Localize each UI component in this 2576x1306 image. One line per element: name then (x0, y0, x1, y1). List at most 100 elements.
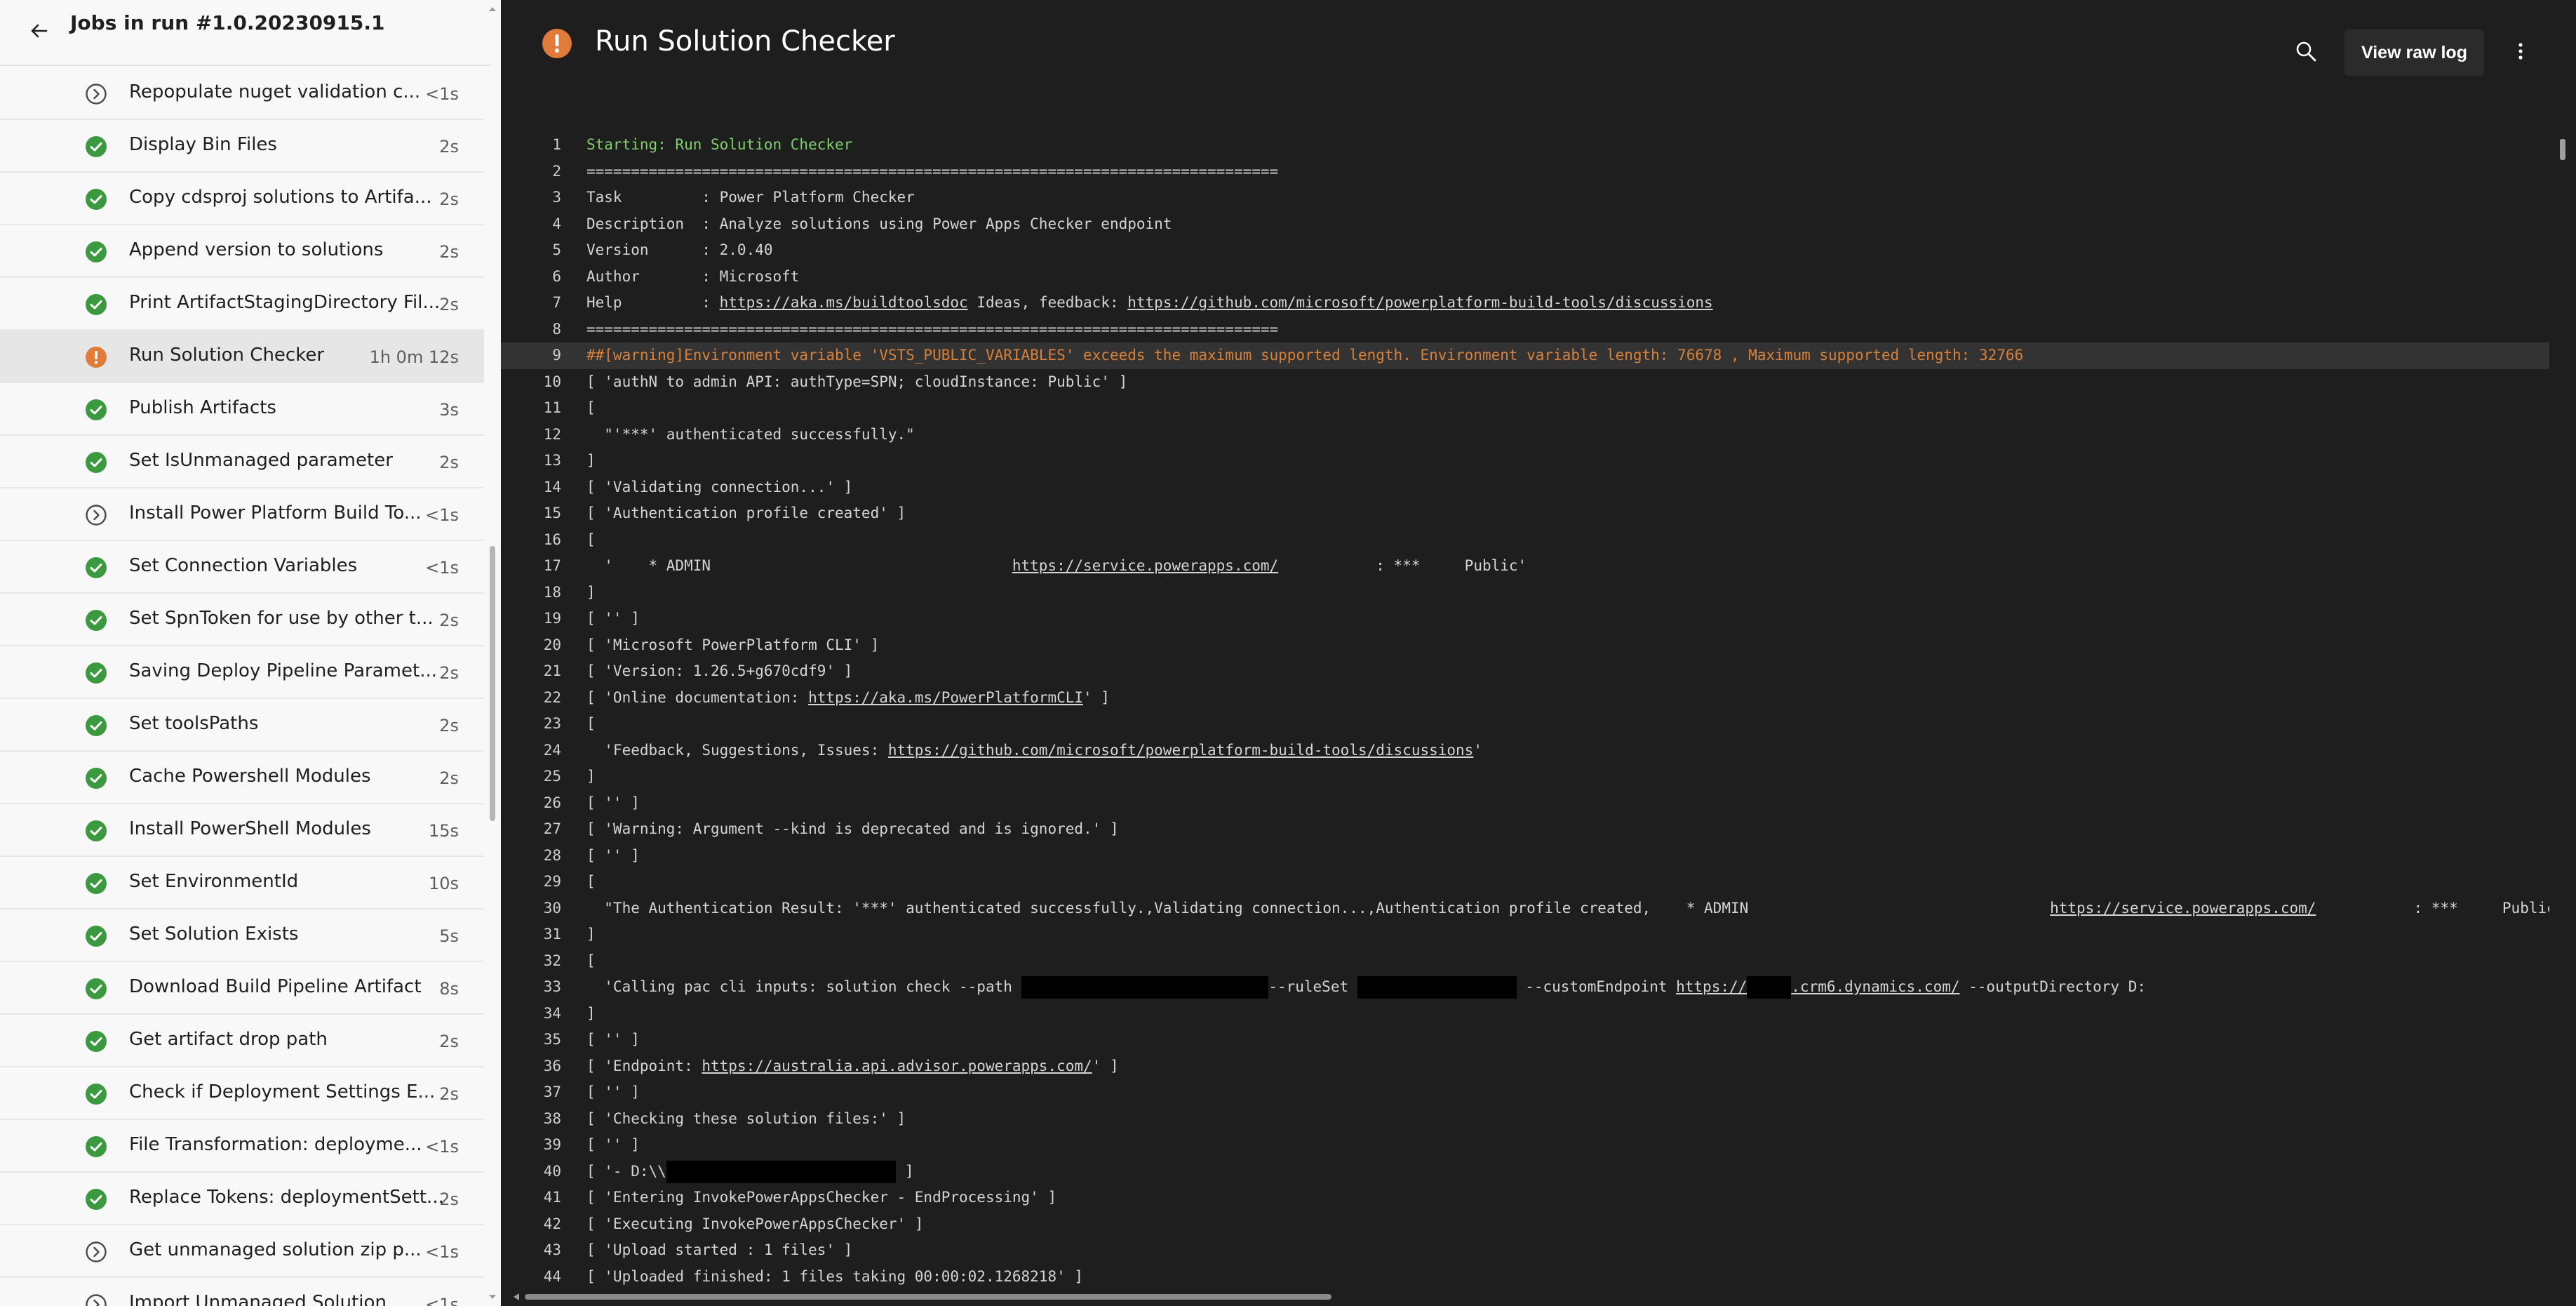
line-number[interactable]: 36 (501, 1053, 561, 1080)
line-number[interactable]: 43 (501, 1237, 561, 1264)
line-number[interactable]: 7 (501, 290, 561, 316)
line-number[interactable]: 6 (501, 264, 561, 291)
job-name: Replace Tokens: deploymentSett... (129, 1187, 444, 1208)
log-link[interactable]: https://aka.ms/PowerPlatformCLI (808, 689, 1083, 706)
log-text: [ '' ] (586, 610, 640, 627)
line-number[interactable]: 41 (501, 1185, 561, 1211)
job-item[interactable]: Set IsUnmanaged parameter 2s (0, 436, 484, 488)
line-number[interactable]: 24 (501, 738, 561, 764)
line-number[interactable]: 25 (501, 764, 561, 790)
line-number[interactable]: 20 (501, 632, 561, 659)
log-link[interactable]: https://australia.api.advisor.powerapps.… (702, 1058, 1092, 1074)
line-number[interactable]: 38 (501, 1106, 561, 1133)
log-link[interactable]: https://service.powerapps.com/ (1012, 557, 1278, 574)
log-link[interactable]: https:// (1676, 978, 1747, 995)
line-number[interactable]: 22 (501, 685, 561, 712)
job-item[interactable]: Repopulate nuget validation c... <1s (0, 67, 484, 120)
search-icon[interactable] (2294, 39, 2318, 63)
job-item[interactable]: Copy cdsproj solutions to Artifa... 2s (0, 173, 484, 225)
log-text: [ 'Authentication profile created' ] (586, 505, 906, 521)
job-item[interactable]: Check if Deployment Settings E... 2s (0, 1067, 484, 1120)
log-text: --outputDirectory D: (1959, 978, 2147, 995)
line-number[interactable]: 21 (501, 658, 561, 685)
log-vertical-scrollbar[interactable] (2555, 133, 2570, 1284)
line-number[interactable]: 17 (501, 553, 561, 580)
line-number[interactable]: 39 (501, 1132, 561, 1159)
line-number[interactable]: 12 (501, 422, 561, 448)
line-number[interactable]: 29 (501, 869, 561, 895)
job-item[interactable]: Replace Tokens: deploymentSett... 2s (0, 1173, 484, 1225)
line-number[interactable]: 5 (501, 237, 561, 264)
log-line-text: [ '' ] (586, 843, 640, 869)
job-item[interactable]: Publish Artifacts 3s (0, 383, 484, 436)
line-number[interactable]: 8 (501, 316, 561, 343)
line-number[interactable]: 23 (501, 711, 561, 738)
line-number[interactable]: 35 (501, 1027, 561, 1053)
line-number[interactable]: 28 (501, 843, 561, 869)
job-item[interactable]: Saving Deploy Pipeline Paramet... 2s (0, 646, 484, 699)
job-item[interactable]: Set toolsPaths 2s (0, 699, 484, 752)
log-horizontal-scrollbar[interactable] (511, 1291, 2559, 1302)
log-link[interactable]: https://github.com/microsoft/powerplatfo… (1127, 294, 1712, 311)
sidebar-scrollbar[interactable] (485, 0, 499, 1306)
job-item[interactable]: Import Unmanaged Solution <1s (0, 1278, 484, 1306)
log-line: 28 [ '' ] (501, 843, 2549, 869)
job-item[interactable]: Display Bin Files 2s (0, 120, 484, 173)
log-link[interactable]: https://aka.ms/buildtoolsdoc (720, 294, 968, 311)
line-number[interactable]: 27 (501, 816, 561, 843)
line-number[interactable]: 15 (501, 500, 561, 527)
line-number[interactable]: 13 (501, 448, 561, 474)
line-number[interactable]: 11 (501, 395, 561, 422)
line-number[interactable]: 4 (501, 211, 561, 238)
job-item[interactable]: Cache Powershell Modules 2s (0, 752, 484, 804)
line-number[interactable]: 2 (501, 159, 561, 185)
sidebar-header: Jobs in run #1.0.20230915.1 (0, 0, 491, 66)
line-number[interactable]: 34 (501, 1001, 561, 1027)
line-number[interactable]: 32 (501, 948, 561, 975)
job-item[interactable]: Set Solution Exists 5s (0, 909, 484, 962)
log-line: 42 [ 'Executing InvokePowerAppsChecker' ] (501, 1211, 2549, 1238)
line-number[interactable]: 9 (501, 342, 561, 369)
log-text: [ '' ] (586, 1136, 640, 1153)
chevron-right-circle-icon (86, 1294, 107, 1306)
check-circle-icon (86, 715, 107, 736)
job-item[interactable]: Run Solution Checker 1h 0m 12s (0, 331, 484, 383)
line-number[interactable]: 37 (501, 1079, 561, 1106)
line-number[interactable]: 30 (501, 895, 561, 922)
job-item[interactable]: Get unmanaged solution zip p... <1s (0, 1225, 484, 1278)
log-link[interactable]: .crm6.dynamics.com/ (1791, 978, 1959, 995)
line-number[interactable]: 1 (501, 132, 561, 159)
log-line-text: ] (586, 921, 596, 948)
line-number[interactable]: 19 (501, 606, 561, 632)
job-item[interactable]: Install PowerShell Modules 15s (0, 804, 484, 857)
line-number[interactable]: 10 (501, 369, 561, 396)
line-number[interactable]: 33 (501, 974, 561, 1001)
line-number[interactable]: 42 (501, 1211, 561, 1238)
line-number[interactable]: 3 (501, 185, 561, 211)
chevron-right-circle-icon (86, 1241, 107, 1262)
job-item[interactable]: Download Build Pipeline Artifact 8s (0, 962, 484, 1015)
line-number[interactable]: 26 (501, 790, 561, 817)
arrow-left-icon[interactable] (25, 17, 53, 45)
job-item[interactable]: Set Connection Variables <1s (0, 541, 484, 594)
log-line: 2 =======================================… (501, 159, 2549, 185)
job-item[interactable]: Set EnvironmentId 10s (0, 857, 484, 909)
job-item[interactable]: Set SpnToken for use by other t... 2s (0, 594, 484, 646)
job-item[interactable]: Install Power Platform Build To... <1s (0, 488, 484, 541)
line-number[interactable]: 18 (501, 580, 561, 606)
line-number[interactable]: 31 (501, 921, 561, 948)
line-number[interactable]: 40 (501, 1159, 561, 1185)
log-link[interactable]: https://github.com/microsoft/powerplatfo… (888, 742, 1473, 759)
log-link[interactable]: https://service.powerapps.com/ (2050, 900, 2316, 917)
line-number[interactable]: 44 (501, 1264, 561, 1287)
view-raw-log-button[interactable]: View raw log (2344, 29, 2484, 76)
job-item[interactable]: Append version to solutions 2s (0, 225, 484, 278)
job-item[interactable]: Get artifact drop path 2s (0, 1015, 484, 1067)
job-item[interactable]: Print ArtifactStagingDirectory Fil... 2s (0, 278, 484, 331)
job-item[interactable]: File Transformation: deployme... <1s (0, 1120, 484, 1173)
line-number[interactable]: 14 (501, 474, 561, 501)
line-number[interactable]: 16 (501, 527, 561, 554)
pipeline-log-viewer: Jobs in run #1.0.20230915.1 Repopulate n… (0, 0, 2576, 1306)
log-line-text: [ 'Endpoint: https://australia.api.advis… (586, 1053, 1119, 1080)
more-vertical-icon[interactable] (2509, 39, 2533, 63)
